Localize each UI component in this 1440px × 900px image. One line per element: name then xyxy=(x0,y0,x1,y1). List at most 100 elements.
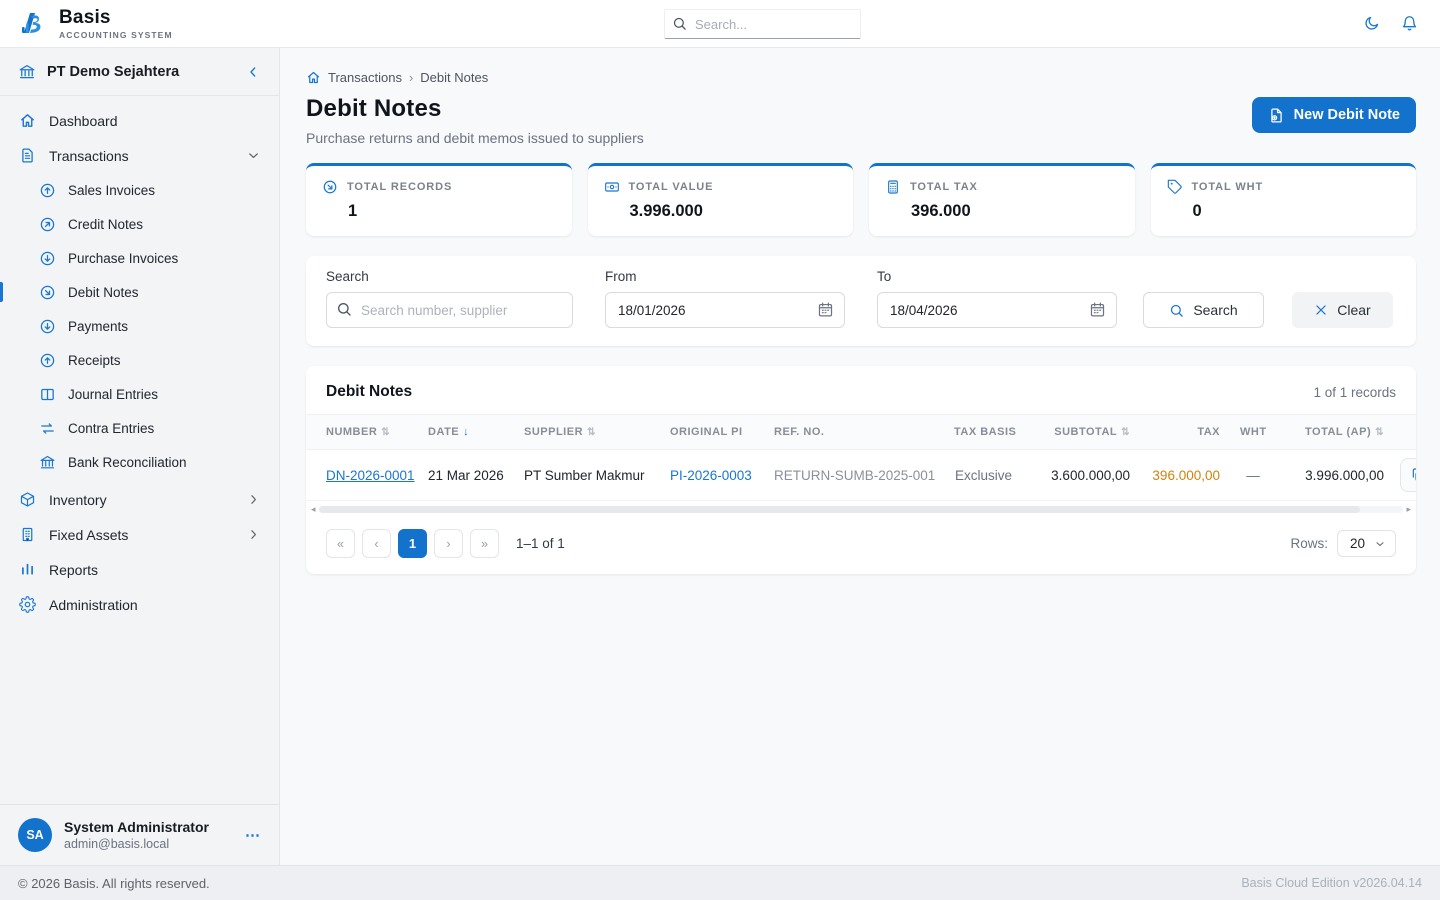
sidebar-item-transactions[interactable]: Transactions xyxy=(0,138,279,173)
sidebar-item-label: Bank Reconciliation xyxy=(68,454,187,470)
calendar-icon[interactable] xyxy=(817,301,834,318)
cell-supplier: PT Sumber Makmur xyxy=(514,449,660,501)
pagination-page-1-button[interactable]: 1 xyxy=(398,529,427,558)
search-icon xyxy=(672,16,687,31)
column-header-tax-basis[interactable]: TAX BASIS xyxy=(944,414,1022,450)
breadcrumb-transactions[interactable]: Transactions xyxy=(328,70,402,85)
sort-both-icon: ⇅ xyxy=(381,427,391,438)
table-scroll-container: NUMBER ⇅ DATE ↓ SUPPLIER ⇅ ORIGINAL PI REF.… xyxy=(306,414,1416,501)
rows-per-page-select[interactable]: 20 xyxy=(1336,530,1396,557)
banknote-icon xyxy=(604,179,620,195)
home-icon[interactable] xyxy=(306,70,321,85)
column-header-number[interactable]: NUMBER ⇅ xyxy=(306,414,418,450)
sort-both-icon: ⇅ xyxy=(587,427,596,438)
cell-wht: — xyxy=(1230,449,1276,501)
chevron-right-icon xyxy=(246,492,261,507)
filter-to-group: To xyxy=(877,269,1117,328)
sidebar-item-fixed-assets[interactable]: Fixed Assets xyxy=(0,517,279,552)
column-header-ref-no[interactable]: REF. NO. xyxy=(764,414,944,450)
sidebar-item-label: Debit Notes xyxy=(68,284,139,300)
sidebar-item-receipts[interactable]: Receipts xyxy=(0,343,279,377)
to-date-input[interactable] xyxy=(877,292,1117,328)
sidebar-item-purchase-invoices[interactable]: Purchase Invoices xyxy=(0,241,279,275)
sidebar-item-credit-notes[interactable]: Credit Notes xyxy=(0,207,279,241)
brand-text: Basis ACCOUNTING SYSTEM xyxy=(59,8,173,40)
stats-row: TOTAL RECORDS 1 TOTAL VALUE 3.996.000 TO… xyxy=(306,163,1416,236)
app-root: Basis ACCOUNTING SYSTEM PT Demo Sejahter… xyxy=(0,0,1440,900)
sidebar-item-journal-entries[interactable]: Journal Entries xyxy=(0,377,279,411)
search-button-label: Search xyxy=(1193,302,1238,318)
pagination-next-button[interactable]: › xyxy=(434,529,463,558)
scroll-left-arrow-icon[interactable]: ◂ xyxy=(308,504,319,514)
column-header-supplier[interactable]: SUPPLIER ⇅ xyxy=(514,414,660,450)
debit-notes-table-card: Debit Notes 1 of 1 records NUMBER ⇅ DATE ↓ xyxy=(306,366,1416,574)
sidebar-item-label: Fixed Assets xyxy=(49,526,129,543)
sidebar-item-debit-notes[interactable]: Debit Notes xyxy=(0,275,279,309)
column-header-tax[interactable]: TAX xyxy=(1140,414,1230,450)
sort-both-icon: ⇅ xyxy=(1121,427,1130,438)
column-header-subtotal[interactable]: SUBTOTAL ⇅ xyxy=(1022,414,1140,450)
circle-arrow-down-right-icon xyxy=(322,179,338,195)
from-date-input[interactable] xyxy=(605,292,845,328)
profile-menu-ellipsis-icon[interactable]: ⋯ xyxy=(245,826,261,844)
pagination-first-button[interactable]: « xyxy=(326,529,355,558)
row-action-button[interactable] xyxy=(1400,458,1416,492)
brand-name: Basis xyxy=(59,6,111,28)
page-header: Debit Notes Purchase returns and debit m… xyxy=(306,95,1416,146)
column-header-wht[interactable]: WHT xyxy=(1230,414,1276,450)
circle-arrow-down-right-icon xyxy=(38,284,56,301)
debit-note-number-link[interactable]: DN-2026-0001 xyxy=(326,468,415,483)
original-pi-link[interactable]: PI-2026-0003 xyxy=(670,468,752,483)
brand-logo-block[interactable]: Basis ACCOUNTING SYSTEM xyxy=(16,7,173,41)
sidebar-item-payments[interactable]: Payments xyxy=(0,309,279,343)
pagination-last-button[interactable]: » xyxy=(470,529,499,558)
sidebar-item-label: Credit Notes xyxy=(68,216,144,232)
stat-label: TOTAL RECORDS xyxy=(347,181,453,193)
pagination-range-text: 1–1 of 1 xyxy=(516,536,565,551)
page-subtitle: Purchase returns and debit memos issued … xyxy=(306,130,644,146)
sidebar-item-inventory[interactable]: Inventory xyxy=(0,482,279,517)
pagination-prev-button[interactable]: ‹ xyxy=(362,529,391,558)
table-horizontal-scrollbar[interactable]: ◂ ▸ xyxy=(308,503,1414,515)
rows-per-page-value: 20 xyxy=(1349,536,1365,551)
sidebar-item-administration[interactable]: Administration xyxy=(0,587,279,622)
sidebar-item-dashboard[interactable]: Dashboard xyxy=(0,103,279,138)
scrollbar-track[interactable] xyxy=(318,505,1404,513)
user-profile[interactable]: SA System Administrator admin@basis.loca… xyxy=(0,804,279,865)
from-date-label: From xyxy=(605,269,637,284)
stat-card-total-wht: TOTAL WHT 0 xyxy=(1150,163,1416,236)
notifications-bell-icon[interactable] xyxy=(1401,15,1418,32)
circle-arrow-up-icon xyxy=(38,352,56,369)
search-filter-label: Search xyxy=(326,269,369,284)
search-button[interactable]: Search xyxy=(1143,292,1264,328)
table-row: DN-2026-0001 21 Mar 2026 PT Sumber Makmu… xyxy=(306,449,1416,501)
topbar-actions xyxy=(1363,15,1424,32)
circle-arrow-up-right-icon xyxy=(38,216,56,233)
clear-button[interactable]: Clear xyxy=(1292,292,1393,328)
sidebar-item-bank-reconciliation[interactable]: Bank Reconciliation xyxy=(0,445,279,479)
cell-tax-basis: Exclusive xyxy=(944,449,1022,501)
sidebar-item-reports[interactable]: Reports xyxy=(0,552,279,587)
theme-toggle-moon-icon[interactable] xyxy=(1363,15,1380,32)
company-selector[interactable]: PT Demo Sejahtera xyxy=(0,48,279,96)
column-header-original-pi[interactable]: ORIGINAL PI xyxy=(660,414,764,450)
sidebar-item-contra-entries[interactable]: Contra Entries xyxy=(0,411,279,445)
global-search-input[interactable] xyxy=(664,9,861,39)
sidebar-item-label: Contra Entries xyxy=(68,420,155,436)
column-header-total-ap[interactable]: TOTAL (AP) ⇅ xyxy=(1276,414,1394,450)
scrollbar-thumb[interactable] xyxy=(318,505,1361,513)
bar-chart-icon xyxy=(18,561,36,578)
calendar-icon[interactable] xyxy=(1089,301,1106,318)
filter-search-input[interactable] xyxy=(326,292,573,328)
sidebar-item-sales-invoices[interactable]: Sales Invoices xyxy=(0,173,279,207)
user-avatar: SA xyxy=(18,818,52,852)
new-debit-note-button[interactable]: New Debit Note xyxy=(1251,97,1416,133)
column-header-actions xyxy=(1394,414,1416,450)
sidebar-collapse-chevron-icon[interactable] xyxy=(245,64,261,80)
column-header-date[interactable]: DATE ↓ xyxy=(418,414,514,450)
top-header-bar: Basis ACCOUNTING SYSTEM xyxy=(0,0,1440,48)
chevron-down-icon xyxy=(1374,538,1386,550)
footer-bar: © 2026 Basis. All rights reserved. Basis… xyxy=(0,865,1440,900)
scroll-right-arrow-icon[interactable]: ▸ xyxy=(1403,504,1414,514)
swap-arrows-icon xyxy=(38,420,56,437)
